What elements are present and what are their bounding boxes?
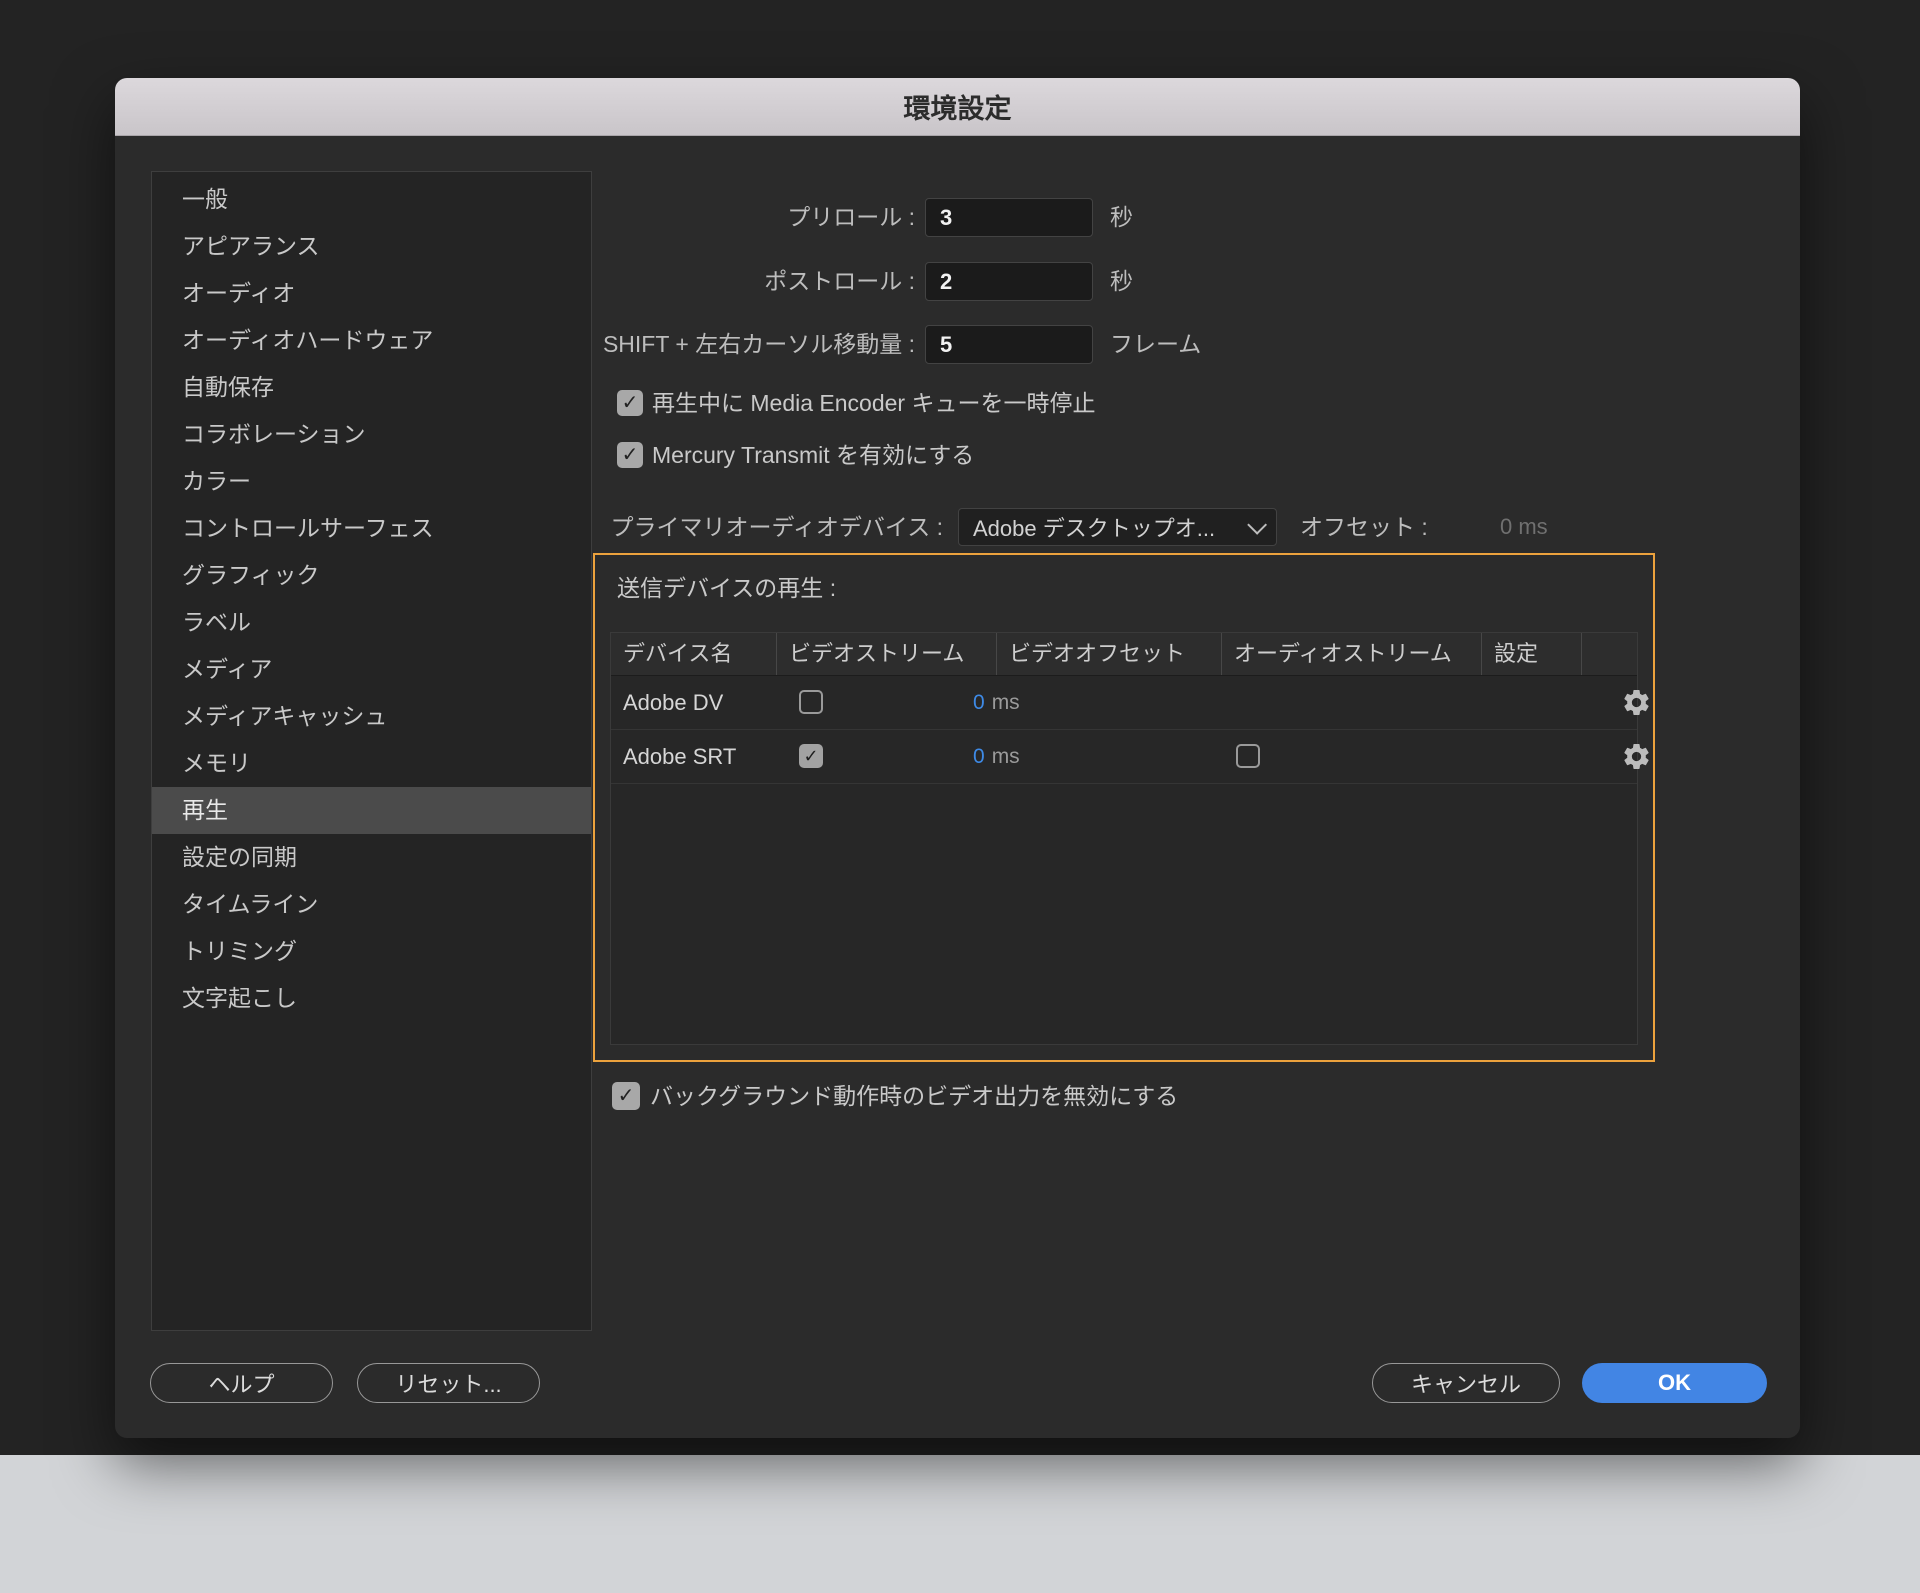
mercury-transmit-label: Mercury Transmit を有効にする (652, 442, 975, 468)
screen: 環境設定 一般 アピアランス オーディオ オーディオハードウェア 自動保存 コラ… (0, 0, 1920, 1593)
preroll-label: プリロール : (787, 204, 915, 230)
primary-audio-device-select[interactable]: Adobe デスクトップオ... (958, 508, 1277, 546)
sidebar-item-audio[interactable]: オーディオ (152, 270, 591, 317)
sidebar-item-appearance[interactable]: アピアランス (152, 223, 591, 270)
sidebar-item-media[interactable]: メディア (152, 646, 591, 693)
postroll-input[interactable] (925, 262, 1093, 301)
sidebar-item-media-cache[interactable]: メディアキャッシュ (152, 693, 591, 740)
cancel-button[interactable]: キャンセル (1372, 1363, 1560, 1403)
sidebar-item-transcription[interactable]: 文字起こし (152, 975, 591, 1022)
check-icon: ✓ (621, 392, 639, 414)
device-name: Adobe DV (623, 690, 724, 715)
shift-cursor-label: SHIFT + 左右カーソル移動量 : (602, 331, 915, 357)
video-stream-checkbox[interactable] (799, 690, 823, 714)
sidebar-item-timeline[interactable]: タイムライン (152, 881, 591, 928)
check-icon: ✓ (621, 444, 639, 466)
sidebar-item-trim[interactable]: トリミング (152, 928, 591, 975)
mercury-transmit-checkbox[interactable]: ✓ (617, 442, 643, 468)
transmit-devices-section: 送信デバイスの再生 : デバイス名 ビデオストリーム ビデオオフセット オーディ… (593, 553, 1655, 1062)
check-icon: ✓ (617, 1085, 635, 1107)
ok-button[interactable]: OK (1582, 1363, 1767, 1403)
sidebar-item-color[interactable]: カラー (152, 458, 591, 505)
device-table: デバイス名 ビデオストリーム ビデオオフセット オーディオストリーム 設定 Ad… (610, 632, 1649, 1045)
sidebar-item-audio-hardware[interactable]: オーディオハードウェア (152, 317, 591, 364)
gear-icon[interactable] (1621, 741, 1652, 772)
sidebar-item-playback[interactable]: 再生 (152, 787, 591, 834)
device-table-header: デバイス名 ビデオストリーム ビデオオフセット オーディオストリーム 設定 (611, 633, 1637, 676)
sidebar-item-graphics[interactable]: グラフィック (152, 552, 591, 599)
device-name: Adobe SRT (623, 744, 737, 769)
pause-media-encoder-checkbox[interactable]: ✓ (617, 390, 643, 416)
gear-icon[interactable] (1621, 687, 1652, 718)
reset-button[interactable]: リセット... (357, 1363, 540, 1403)
dialog-titlebar[interactable]: 環境設定 (115, 78, 1800, 136)
postroll-label: ポストロール : (764, 268, 915, 294)
disable-background-video-label: バックグラウンド動作時のビデオ出力を無効にする (650, 1083, 1179, 1109)
preferences-category-list: 一般 アピアランス オーディオ オーディオハードウェア 自動保存 コラボレーショ… (151, 171, 592, 1331)
shift-cursor-unit: フレーム (1110, 331, 1202, 357)
sidebar-item-general[interactable]: 一般 (152, 176, 591, 223)
column-spacer (1581, 633, 1637, 675)
primary-audio-device-value: Adobe デスクトップオ... (973, 516, 1216, 541)
dialog-title: 環境設定 (903, 94, 1012, 124)
offset-value: 0 ms (1500, 514, 1548, 539)
check-icon: ✓ (803, 746, 819, 766)
primary-audio-device-label: プライマリオーディオデバイス : (610, 514, 943, 540)
column-video-offset: ビデオオフセット (996, 633, 1221, 675)
chevron-down-icon (1247, 514, 1268, 535)
preroll-input[interactable] (925, 198, 1093, 237)
pause-media-encoder-label: 再生中に Media Encoder キューを一時停止 (652, 390, 1096, 416)
column-video-stream: ビデオストリーム (776, 633, 996, 675)
transmit-devices-title: 送信デバイスの再生 : (617, 575, 837, 601)
preferences-dialog: 環境設定 一般 アピアランス オーディオ オーディオハードウェア 自動保存 コラ… (115, 78, 1800, 1438)
sidebar-item-memory[interactable]: メモリ (152, 740, 591, 787)
help-button[interactable]: ヘルプ (150, 1363, 333, 1403)
video-offset-value[interactable]: 0 ms (973, 676, 1020, 729)
postroll-unit: 秒 (1110, 268, 1133, 294)
sidebar-item-sync-settings[interactable]: 設定の同期 (152, 834, 591, 881)
video-offset-value[interactable]: 0 ms (973, 730, 1020, 783)
sidebar-item-auto-save[interactable]: 自動保存 (152, 364, 591, 411)
preroll-unit: 秒 (1110, 204, 1133, 230)
sidebar-item-collaboration[interactable]: コラボレーション (152, 411, 591, 458)
offset-label: オフセット : (1300, 514, 1428, 540)
column-settings: 設定 (1481, 633, 1581, 675)
audio-stream-checkbox[interactable] (1236, 744, 1260, 768)
sidebar-item-control-surface[interactable]: コントロールサーフェス (152, 505, 591, 552)
shift-cursor-input[interactable] (925, 325, 1093, 364)
disable-background-video-checkbox[interactable]: ✓ (612, 1082, 640, 1110)
column-audio-stream: オーディオストリーム (1221, 633, 1481, 675)
column-device-name: デバイス名 (623, 641, 733, 666)
table-row-adobe-srt[interactable]: Adobe SRT ✓ 0 ms (611, 730, 1649, 784)
sidebar-item-labels[interactable]: ラベル (152, 599, 591, 646)
table-row-adobe-dv[interactable]: Adobe DV 0 ms (611, 676, 1649, 730)
video-stream-checkbox[interactable]: ✓ (799, 744, 823, 768)
